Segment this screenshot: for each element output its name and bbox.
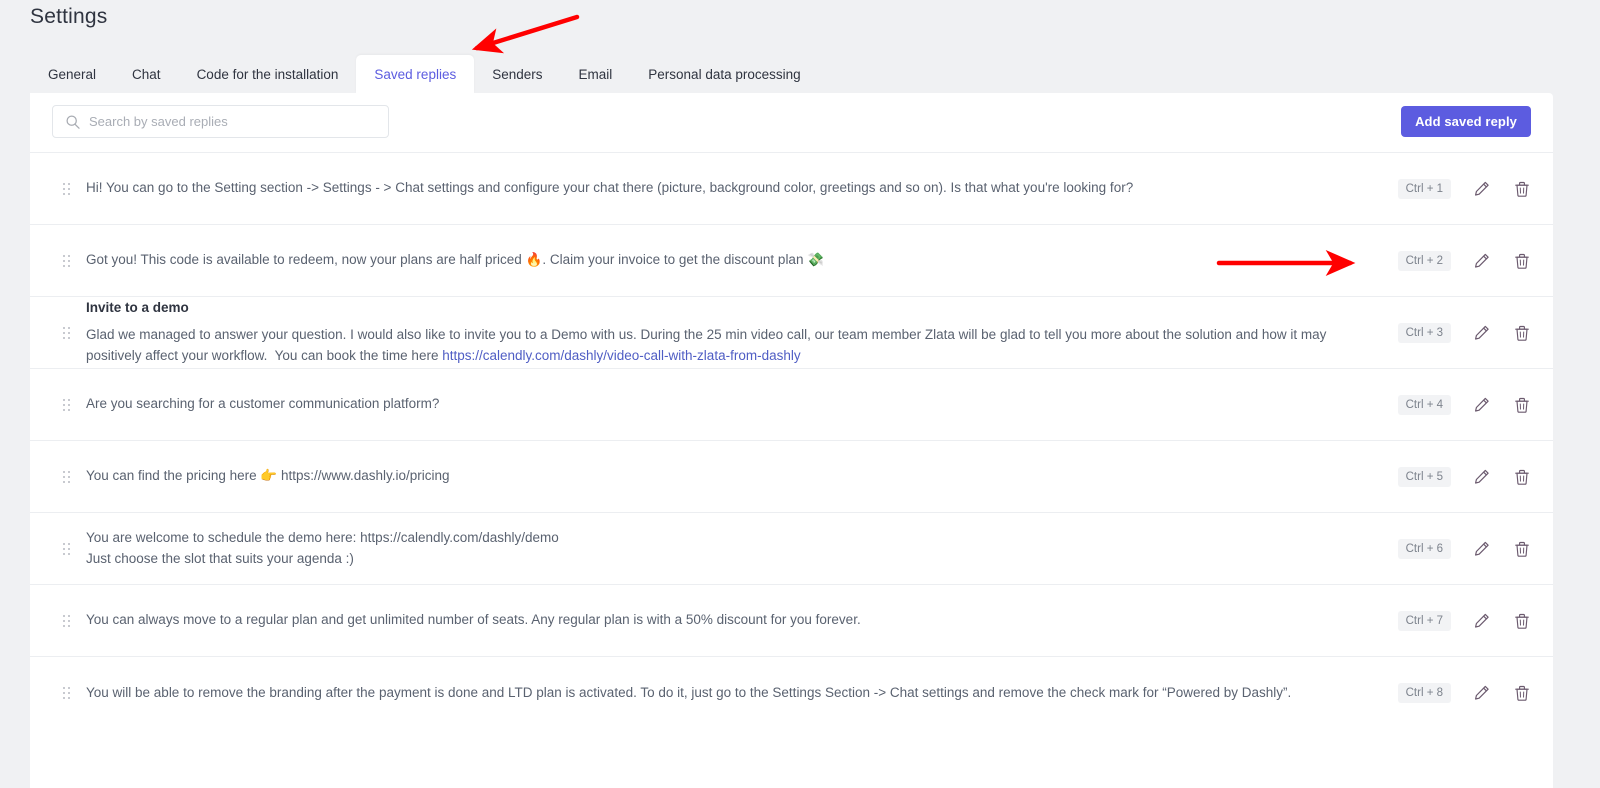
saved-reply-actions: Ctrl + 5 [1388,466,1531,487]
saved-reply-heading: Invite to a demo [86,299,189,315]
saved-reply-text: Hi! You can go to the Setting section ->… [86,180,1134,196]
drag-handle-icon[interactable] [52,470,80,483]
shortcut-badge: Ctrl + 2 [1397,250,1451,271]
saved-reply-actions: Ctrl + 6 [1388,538,1531,559]
pencil-icon[interactable] [1473,180,1491,198]
shortcut-badge: Ctrl + 5 [1397,466,1451,487]
emoji-icon: 👉 [260,468,278,485]
pencil-icon[interactable] [1473,252,1491,270]
saved-reply-body: You will be able to remove the branding … [80,683,1388,704]
pencil-icon[interactable] [1473,468,1491,486]
saved-reply-row: You will be able to remove the branding … [30,657,1553,729]
tab-general[interactable]: General [30,55,114,93]
tab-personal-data-processing[interactable]: Personal data processing [630,55,818,93]
saved-reply-text: Are you searching for a customer communi… [86,396,440,412]
drag-handle-icon[interactable] [52,182,80,195]
saved-reply-row: Hi! You can go to the Setting section ->… [30,153,1553,225]
saved-reply-body: Hi! You can go to the Setting section ->… [80,178,1388,199]
search-input[interactable] [89,114,359,129]
tab-code-for-the-installation[interactable]: Code for the installation [179,55,357,93]
drag-handle-icon[interactable] [52,254,80,267]
saved-reply-row: You can always move to a regular plan an… [30,585,1553,657]
drag-handle-icon[interactable] [52,326,80,339]
saved-reply-actions: Ctrl + 7 [1388,610,1531,631]
emoji-icon: 🔥 [525,252,543,269]
saved-reply-row: Are you searching for a customer communi… [30,369,1553,441]
drag-handle-icon[interactable] [52,398,80,411]
page-title: Settings [30,5,108,28]
saved-reply-text: You can always move to a regular plan an… [86,612,861,628]
tab-saved-replies[interactable]: Saved replies [356,55,475,93]
search-box[interactable] [52,105,389,138]
saved-reply-row: You can find the pricing here 👉 https://… [30,441,1553,513]
saved-replies-list: Hi! You can go to the Setting section ->… [30,153,1553,729]
saved-reply-body: Are you searching for a customer communi… [80,394,1388,415]
tab-chat[interactable]: Chat [114,55,179,93]
shortcut-badge: Ctrl + 1 [1397,178,1451,199]
saved-reply-text: You will be able to remove the branding … [86,684,1292,700]
shortcut-badge: Ctrl + 6 [1397,538,1451,559]
saved-replies-toolbar: Add saved reply [30,93,1553,153]
trash-icon[interactable] [1513,180,1531,198]
shortcut-badge: Ctrl + 8 [1397,683,1451,703]
pencil-icon[interactable] [1473,396,1491,414]
pencil-icon[interactable] [1473,540,1491,558]
saved-reply-body: You can find the pricing here 👉 https://… [80,466,1388,487]
saved-reply-row: Invite to a demo Glad we managed to answe… [30,297,1553,369]
tab-senders[interactable]: Senders [474,55,560,93]
shortcut-badge: Ctrl + 4 [1397,394,1451,415]
drag-handle-icon[interactable] [52,614,80,627]
pencil-icon[interactable] [1473,612,1491,630]
trash-icon[interactable] [1513,252,1531,270]
settings-page: Settings General Chat Code for the install… [0,0,1600,788]
saved-reply-body: Got you! This code is available to redee… [80,250,1388,271]
drag-handle-icon[interactable] [52,687,80,699]
saved-reply-actions: Ctrl + 3 [1388,322,1531,343]
search-icon [66,114,80,129]
trash-icon[interactable] [1513,684,1531,702]
saved-reply-text: Got you! This code is available to redee… [86,252,825,269]
saved-reply-actions: Ctrl + 2 [1388,250,1531,271]
saved-reply-actions: Ctrl + 1 [1388,178,1531,199]
pencil-icon[interactable] [1473,684,1491,702]
trash-icon[interactable] [1513,468,1531,486]
drag-handle-icon[interactable] [52,542,80,555]
saved-reply-body: Invite to a demo Glad we managed to answe… [80,299,1388,366]
saved-reply-text: You are welcome to schedule the demo her… [86,529,559,566]
trash-icon[interactable] [1513,396,1531,414]
trash-icon[interactable] [1513,540,1531,558]
saved-reply-actions: Ctrl + 4 [1388,394,1531,415]
saved-reply-actions: Ctrl + 8 [1388,683,1531,703]
shortcut-badge: Ctrl + 7 [1397,610,1451,631]
saved-reply-text: You can find the pricing here 👉 https://… [86,468,450,485]
saved-reply-text: Glad we managed to answer your question.… [86,327,1331,363]
saved-reply-row: You are welcome to schedule the demo her… [30,513,1553,585]
shortcut-badge: Ctrl + 3 [1397,322,1451,343]
saved-reply-body: You are welcome to schedule the demo her… [80,528,1388,569]
tab-email[interactable]: Email [561,55,631,93]
settings-tabs: General Chat Code for the installation Save… [30,55,819,93]
saved-reply-link[interactable]: https://calendly.com/dashly/video-call-w… [442,348,800,363]
emoji-icon: 💸 [807,252,825,269]
add-saved-reply-button[interactable]: Add saved reply [1401,106,1531,137]
trash-icon[interactable] [1513,324,1531,342]
trash-icon[interactable] [1513,612,1531,630]
saved-replies-card: Add saved reply Hi! You can go to the Se… [30,93,1553,788]
pencil-icon[interactable] [1473,324,1491,342]
saved-reply-body: You can always move to a regular plan an… [80,610,1388,631]
saved-reply-row: Got you! This code is available to redee… [30,225,1553,297]
